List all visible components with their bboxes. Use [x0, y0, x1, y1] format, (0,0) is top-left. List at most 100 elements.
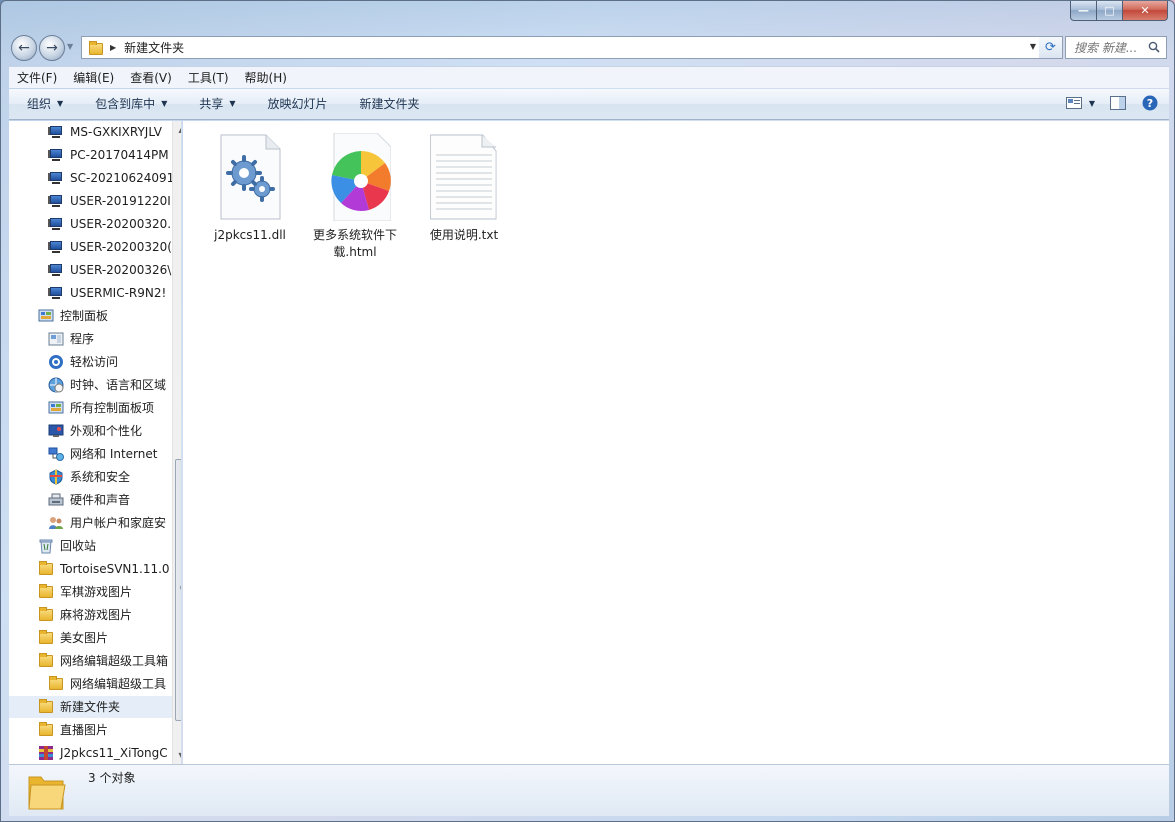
maximize-button[interactable]: □ [1097, 1, 1123, 21]
nav-tree-item-label: 网络和 Internet [70, 447, 158, 461]
menu-edit[interactable]: 编辑(E) [65, 68, 122, 88]
explorer-window: — □ ✕ ← → ▼ ▶ 新建文件夹 ▼ ⟳ 文件(F) 编辑(E) 查看(V… [0, 0, 1175, 822]
nav-tree-item[interactable]: USER-20191220I [48, 190, 172, 212]
chevron-down-icon: ▼ [161, 99, 168, 108]
user-accounts-icon [48, 515, 64, 531]
arrow-left-icon: ← [18, 40, 30, 56]
nav-tree-item-label: 轻松访问 [70, 355, 119, 369]
view-options-button[interactable] [1065, 95, 1083, 111]
nav-tree-item[interactable]: 外观和个性化 [48, 420, 172, 442]
nav-tree-item[interactable]: 军棋游戏图片 [38, 581, 172, 603]
nav-tree-item[interactable]: 用户帐户和家庭安 [48, 512, 172, 534]
nav-tree-item[interactable]: 新建文件夹 [9, 696, 172, 718]
control-panel-icon [48, 400, 64, 416]
nav-tree-item[interactable]: PC-20170414PM [48, 144, 172, 166]
nav-tree-item[interactable]: TortoiseSVN1.11.0 [38, 558, 172, 580]
file-item[interactable]: 使用说明.txt [414, 133, 514, 244]
forward-button[interactable]: → [39, 35, 65, 61]
computer-icon [48, 239, 64, 255]
recent-pages-dropdown[interactable]: ▼ [67, 42, 73, 51]
search-icon[interactable] [1148, 41, 1160, 53]
nav-tree-item-label: 新建文件夹 [60, 700, 121, 714]
nav-scrollbar[interactable]: ▲ ≡ ▼ [172, 121, 181, 764]
include-in-library-button[interactable]: 包含到库中 ▼ [77, 90, 181, 118]
file-item[interactable]: j2pkcs11.dll [200, 133, 300, 244]
scroll-thumb[interactable]: ≡ [175, 459, 181, 721]
breadcrumb-current[interactable]: 新建文件夹 [124, 39, 184, 56]
slideshow-label: 放映幻灯片 [267, 97, 328, 111]
folder-icon [38, 653, 54, 669]
folder-icon [38, 722, 54, 738]
file-name: j2pkcs11.dll [214, 228, 286, 242]
nav-tree-item[interactable]: 回收站 [38, 535, 172, 557]
nav-tree-item-label: 硬件和声音 [70, 493, 131, 507]
nav-tree-item[interactable]: 控制面板 [38, 305, 172, 327]
nav-tree-item-label: 程序 [70, 332, 95, 346]
minimize-icon: — [1078, 4, 1089, 17]
share-label: 共享 [199, 97, 224, 111]
nav-tree-item[interactable]: 硬件和声音 [48, 489, 172, 511]
file-item[interactable]: 更多系统软件下载.html [305, 132, 405, 261]
nav-tree-item-label: PC-20170414PM [70, 148, 169, 162]
nav-tree-item-label: J2pkcs11_XiTongC [60, 746, 168, 760]
back-button[interactable]: ← [11, 35, 37, 61]
address-dropdown-icon[interactable]: ▼ [1030, 42, 1036, 51]
nav-tree-item[interactable]: USER-20200320. [48, 213, 172, 235]
search-box[interactable] [1065, 36, 1167, 59]
help-icon: ? [1142, 95, 1158, 111]
nav-tree-item[interactable]: USERMIC-R9N2! [48, 282, 172, 304]
control-panel-icon [38, 308, 54, 324]
nav-tree-item[interactable]: 时钟、语言和区域 [48, 374, 172, 396]
menu-file[interactable]: 文件(F) [9, 68, 65, 88]
nav-tree-item[interactable]: USER-20200326\ [48, 259, 172, 281]
system-security-icon [48, 469, 64, 485]
file-name: 使用说明.txt [429, 228, 499, 242]
nav-tree-item[interactable]: SC-20210624091 [48, 167, 172, 189]
help-button[interactable]: ? [1141, 95, 1159, 111]
nav-tree-item-label: 军棋游戏图片 [60, 585, 133, 599]
nav-tree-item[interactable]: 系统和安全 [48, 466, 172, 488]
nav-tree-item-label: 美女图片 [60, 631, 109, 645]
nav-tree-item[interactable]: USER-20200320( [48, 236, 172, 258]
computer-icon [48, 216, 64, 232]
search-input[interactable] [1072, 39, 1150, 56]
minimize-button[interactable]: — [1070, 1, 1097, 21]
nav-tree-item-label: USER-20200326\ [70, 263, 172, 277]
folder-icon [48, 676, 64, 692]
preview-pane-button[interactable] [1109, 95, 1127, 111]
nav-tree-item[interactable]: MS-GXKIXRYJLV [48, 121, 172, 143]
nav-tree-item[interactable]: 美女图片 [38, 627, 172, 649]
close-button[interactable]: ✕ [1123, 1, 1168, 21]
scroll-down-icon[interactable]: ▼ [173, 747, 181, 764]
include-in-library-label: 包含到库中 [95, 97, 156, 111]
nav-tree-item[interactable]: 直播图片 [38, 719, 172, 741]
nav-tree-item[interactable]: 网络编辑超级工具 [48, 673, 172, 695]
share-button[interactable]: 共享 ▼ [181, 90, 249, 118]
view-dropdown-icon[interactable]: ▼ [1089, 99, 1095, 108]
grip-icon: ≡ [179, 584, 181, 592]
new-folder-button[interactable]: 新建文件夹 [342, 90, 434, 118]
address-bar[interactable]: ▶ 新建文件夹 ▼ [81, 36, 1041, 59]
refresh-button[interactable]: ⟳ [1039, 36, 1063, 59]
nav-tree-item[interactable]: 网络编辑超级工具箱 [38, 650, 172, 672]
text-file-icon [428, 133, 500, 221]
breadcrumb-arrow-icon[interactable]: ▶ [110, 43, 116, 52]
menu-view[interactable]: 查看(V) [122, 68, 180, 88]
nav-tree-item[interactable]: 麻将游戏图片 [38, 604, 172, 626]
appearance-icon [48, 423, 64, 439]
chevron-down-icon: ▼ [57, 99, 64, 108]
scroll-up-icon[interactable]: ▲ [173, 121, 181, 138]
nav-tree-item-label: 麻将游戏图片 [60, 608, 133, 622]
nav-tree-item[interactable]: 轻松访问 [48, 351, 172, 373]
nav-tree-item[interactable]: J2pkcs11_XiTongC [38, 742, 172, 764]
organize-button[interactable]: 组织 ▼ [9, 90, 77, 118]
nav-tree-item[interactable]: 所有控制面板项 [48, 397, 172, 419]
nav-tree-item[interactable]: 程序 [48, 328, 172, 350]
menu-help[interactable]: 帮助(H) [237, 68, 295, 88]
slideshow-button[interactable]: 放映幻灯片 [250, 90, 342, 118]
nav-tree-item-label: USER-20191220I [70, 194, 171, 208]
clock-language-icon [48, 377, 64, 393]
navigation-bar: ← → ▼ ▶ 新建文件夹 ▼ ⟳ [9, 33, 1169, 61]
menu-tools[interactable]: 工具(T) [180, 68, 237, 88]
nav-tree-item[interactable]: 网络和 Internet [48, 443, 172, 465]
